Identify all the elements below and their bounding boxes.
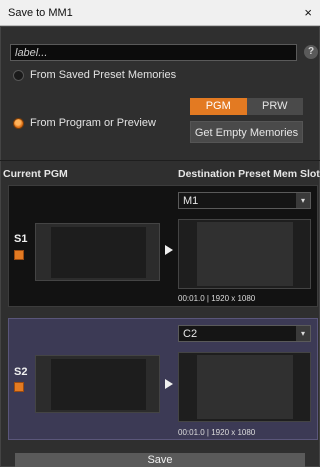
destination-heading: Destination Preset Mem Slot xyxy=(178,168,320,180)
slot-s2-checkbox[interactable] xyxy=(14,382,24,392)
slot-s1-destination-thumbnail xyxy=(178,219,311,289)
close-icon[interactable]: × xyxy=(304,5,312,20)
slot-s1-destination-select[interactable]: M1 ▾ xyxy=(178,192,311,209)
slot-s2-label: S2 xyxy=(14,366,28,378)
slot-s1-label: S1 xyxy=(14,233,28,245)
radio-saved-presets-button[interactable] xyxy=(13,69,24,81)
slot-s2-destination-select[interactable]: C2 ▾ xyxy=(178,325,311,342)
chevron-down-icon[interactable]: ▾ xyxy=(296,326,310,341)
slot-s2-meta: 00:01.0 | 1920 x 1080 xyxy=(178,428,256,437)
slot-s2-destination-thumbnail xyxy=(178,352,311,422)
chevron-down-icon[interactable]: ▾ xyxy=(296,193,310,208)
slot-s1-meta: 00:01.0 | 1920 x 1080 xyxy=(178,294,256,303)
slot-s2-destination-value: C2 xyxy=(183,328,198,340)
radio-saved-presets[interactable]: From Saved Preset Memories xyxy=(13,69,176,81)
window-title: Save to MM1 xyxy=(8,7,73,19)
label-input[interactable] xyxy=(10,44,297,61)
slot-s2-source-thumbnail xyxy=(35,355,160,413)
radio-program-preview[interactable]: From Program or Preview xyxy=(13,117,156,129)
toggle-prw[interactable]: PRW xyxy=(246,98,303,115)
title-bar: Save to MM1 × xyxy=(0,0,320,26)
source-toggle: PGM PRW xyxy=(190,98,303,115)
play-arrow-icon xyxy=(165,379,173,389)
slot-s1-checkbox[interactable] xyxy=(14,250,24,260)
radio-program-preview-button[interactable] xyxy=(13,117,24,129)
slot-s1-destination-value: M1 xyxy=(183,195,199,207)
radio-program-preview-label: From Program or Preview xyxy=(30,117,156,129)
toggle-pgm[interactable]: PGM xyxy=(190,98,247,115)
play-arrow-icon xyxy=(165,245,173,255)
save-button[interactable]: Save xyxy=(15,453,305,467)
slot-s1-source-thumbnail xyxy=(35,223,160,281)
divider xyxy=(0,160,320,161)
get-empty-memories-button[interactable]: Get Empty Memories xyxy=(190,121,303,143)
current-pgm-heading: Current PGM xyxy=(3,168,68,180)
help-icon[interactable]: ? xyxy=(304,45,318,59)
radio-saved-presets-label: From Saved Preset Memories xyxy=(30,69,177,81)
